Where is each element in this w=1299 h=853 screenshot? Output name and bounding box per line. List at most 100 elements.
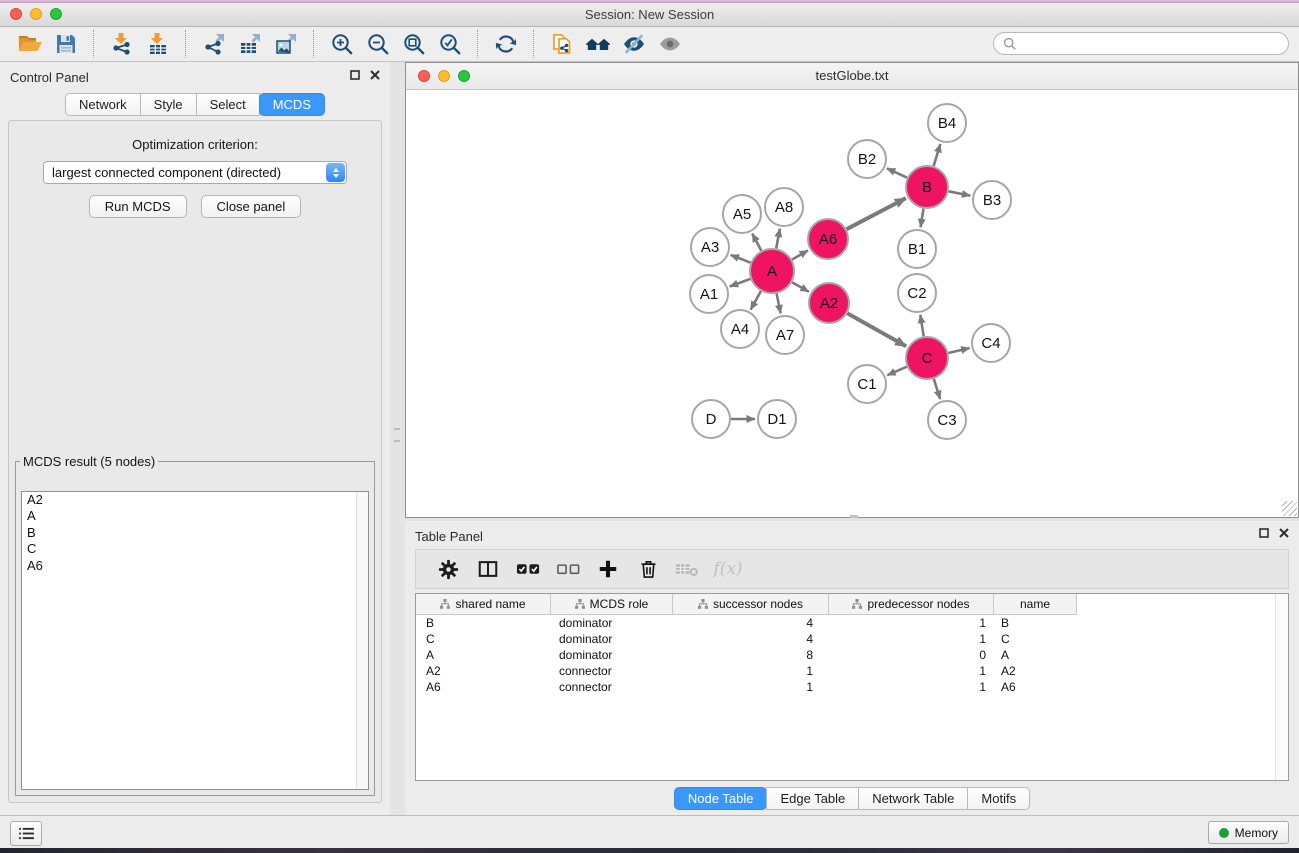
edge-A-A6[interactable] [792, 250, 808, 259]
node-D[interactable]: D [692, 400, 730, 438]
edge-A-A4[interactable] [751, 291, 761, 310]
zoom-out-button[interactable] [360, 29, 396, 59]
save-session-button[interactable] [48, 29, 84, 59]
node-A1[interactable]: A1 [690, 275, 728, 313]
node-C4[interactable]: C4 [972, 324, 1010, 362]
edge-A-A1[interactable] [730, 279, 751, 287]
edge-B-B3[interactable] [949, 191, 971, 195]
mcds-result-item[interactable]: B [22, 525, 368, 541]
node-B1[interactable]: B1 [898, 230, 936, 268]
table-row[interactable]: Adominator80A [416, 647, 1288, 663]
tab-style[interactable]: Style [140, 93, 197, 116]
zoom-in-button[interactable] [324, 29, 360, 59]
cell-name[interactable]: A6 [994, 680, 1077, 694]
import-network-button[interactable] [104, 29, 140, 59]
edge-A-A2[interactable] [792, 282, 809, 291]
app-titlebar[interactable]: Session: New Session [0, 3, 1299, 27]
tab-mcds[interactable]: MCDS [259, 93, 325, 116]
node-A8[interactable]: A8 [765, 188, 803, 226]
network-canvas[interactable]: B4B2BB3A8A5A6A3B1AC2A1A2A4A7C4CC1DD1C3 [406, 90, 1298, 518]
mcds-result-item[interactable]: C [22, 541, 368, 557]
node-A3[interactable]: A3 [691, 228, 729, 266]
table-row[interactable]: Bdominator41B [416, 615, 1288, 631]
run-mcds-button[interactable]: Run MCDS [89, 195, 187, 218]
node-D1[interactable]: D1 [758, 400, 796, 438]
column-header-predecessor-nodes[interactable]: predecessor nodes [829, 594, 994, 615]
zoom-selected-button[interactable] [432, 29, 468, 59]
close-table-panel-icon[interactable] [1279, 528, 1289, 538]
edge-C-C2[interactable] [920, 315, 923, 337]
export-image-button[interactable] [268, 29, 304, 59]
node-A7[interactable]: A7 [766, 316, 804, 354]
cell-successor-nodes[interactable]: 8 [673, 648, 829, 662]
node-A2[interactable]: A2 [809, 283, 849, 323]
cell-shared-name[interactable]: B [416, 616, 551, 630]
cell-mcds-role[interactable]: dominator [551, 632, 673, 646]
show-all-button[interactable] [652, 29, 688, 59]
zoom-fit-content-button[interactable] [396, 29, 432, 59]
window-resize-handle[interactable] [850, 515, 858, 518]
tab-network[interactable]: Network [65, 93, 141, 116]
tab-node-table[interactable]: Node Table [674, 787, 768, 810]
criterion-select[interactable]: largest connected component (directed) [43, 161, 347, 184]
table-row[interactable]: A6connector11A6 [416, 679, 1288, 695]
edge-A-A7[interactable] [777, 294, 781, 314]
export-table-button[interactable] [232, 29, 268, 59]
node-A5[interactable]: A5 [723, 195, 761, 233]
home-view-button[interactable] [580, 29, 616, 59]
close-panel-icon[interactable] [370, 70, 380, 80]
column-header-successor-nodes[interactable]: successor nodes [673, 594, 829, 615]
edge-C-C4[interactable] [948, 348, 969, 353]
clone-network-button[interactable] [544, 29, 580, 59]
cell-shared-name[interactable]: A2 [416, 664, 551, 678]
column-header-shared-name[interactable]: shared name [416, 594, 551, 615]
cell-name[interactable]: A2 [994, 664, 1077, 678]
split-panel-button[interactable] [468, 553, 508, 585]
cell-mcds-role[interactable]: dominator [551, 648, 673, 662]
cell-successor-nodes[interactable]: 4 [673, 616, 829, 630]
hide-selected-button[interactable] [616, 29, 652, 59]
cell-shared-name[interactable]: C [416, 632, 551, 646]
node-B2[interactable]: B2 [848, 140, 886, 178]
tab-motifs[interactable]: Motifs [967, 787, 1030, 810]
tab-network-table[interactable]: Network Table [858, 787, 968, 810]
edge-A-A3[interactable] [731, 255, 751, 263]
cell-name[interactable]: B [994, 616, 1077, 630]
tab-select[interactable]: Select [196, 93, 260, 116]
cell-predecessor-nodes[interactable]: 1 [829, 616, 994, 630]
search-box[interactable] [993, 32, 1289, 55]
cell-predecessor-nodes[interactable]: 1 [829, 664, 994, 678]
cell-name[interactable]: A [994, 648, 1077, 662]
cell-mcds-role[interactable]: connector [551, 680, 673, 694]
edge-B-B4[interactable] [934, 144, 941, 166]
add-column-button[interactable] [588, 553, 628, 585]
cell-mcds-role[interactable]: connector [551, 664, 673, 678]
column-header-mcds-role[interactable]: MCDS role [551, 594, 673, 615]
cell-predecessor-nodes[interactable]: 0 [829, 648, 994, 662]
node-C[interactable]: C [906, 337, 948, 379]
deselect-all-rows-button[interactable] [548, 553, 588, 585]
export-network-button[interactable] [196, 29, 232, 59]
list-scrollbar[interactable] [356, 492, 368, 789]
edge-A6-B[interactable] [847, 198, 906, 229]
float-table-panel-icon[interactable] [1259, 528, 1269, 538]
mcds-result-list[interactable]: A2ABCA6 [21, 491, 369, 790]
table-row[interactable]: A2connector11A2 [416, 663, 1288, 679]
refresh-view-button[interactable] [488, 29, 524, 59]
cell-successor-nodes[interactable]: 1 [673, 664, 829, 678]
edge-A-A5[interactable] [752, 234, 761, 251]
node-A6[interactable]: A6 [808, 219, 848, 259]
cell-successor-nodes[interactable]: 4 [673, 632, 829, 646]
cell-successor-nodes[interactable]: 1 [673, 680, 829, 694]
mcds-result-item[interactable]: A2 [22, 492, 368, 508]
cell-name[interactable]: C [994, 632, 1077, 646]
table-scrollbar[interactable] [1275, 594, 1288, 780]
resize-grip-icon[interactable] [1282, 501, 1297, 516]
task-history-button[interactable] [10, 821, 42, 846]
node-B3[interactable]: B3 [973, 181, 1011, 219]
select-all-rows-button[interactable] [508, 553, 548, 585]
node-C2[interactable]: C2 [898, 274, 936, 312]
memory-button[interactable]: Memory [1208, 821, 1289, 844]
node-A[interactable]: A [750, 249, 794, 293]
cell-shared-name[interactable]: A [416, 648, 551, 662]
